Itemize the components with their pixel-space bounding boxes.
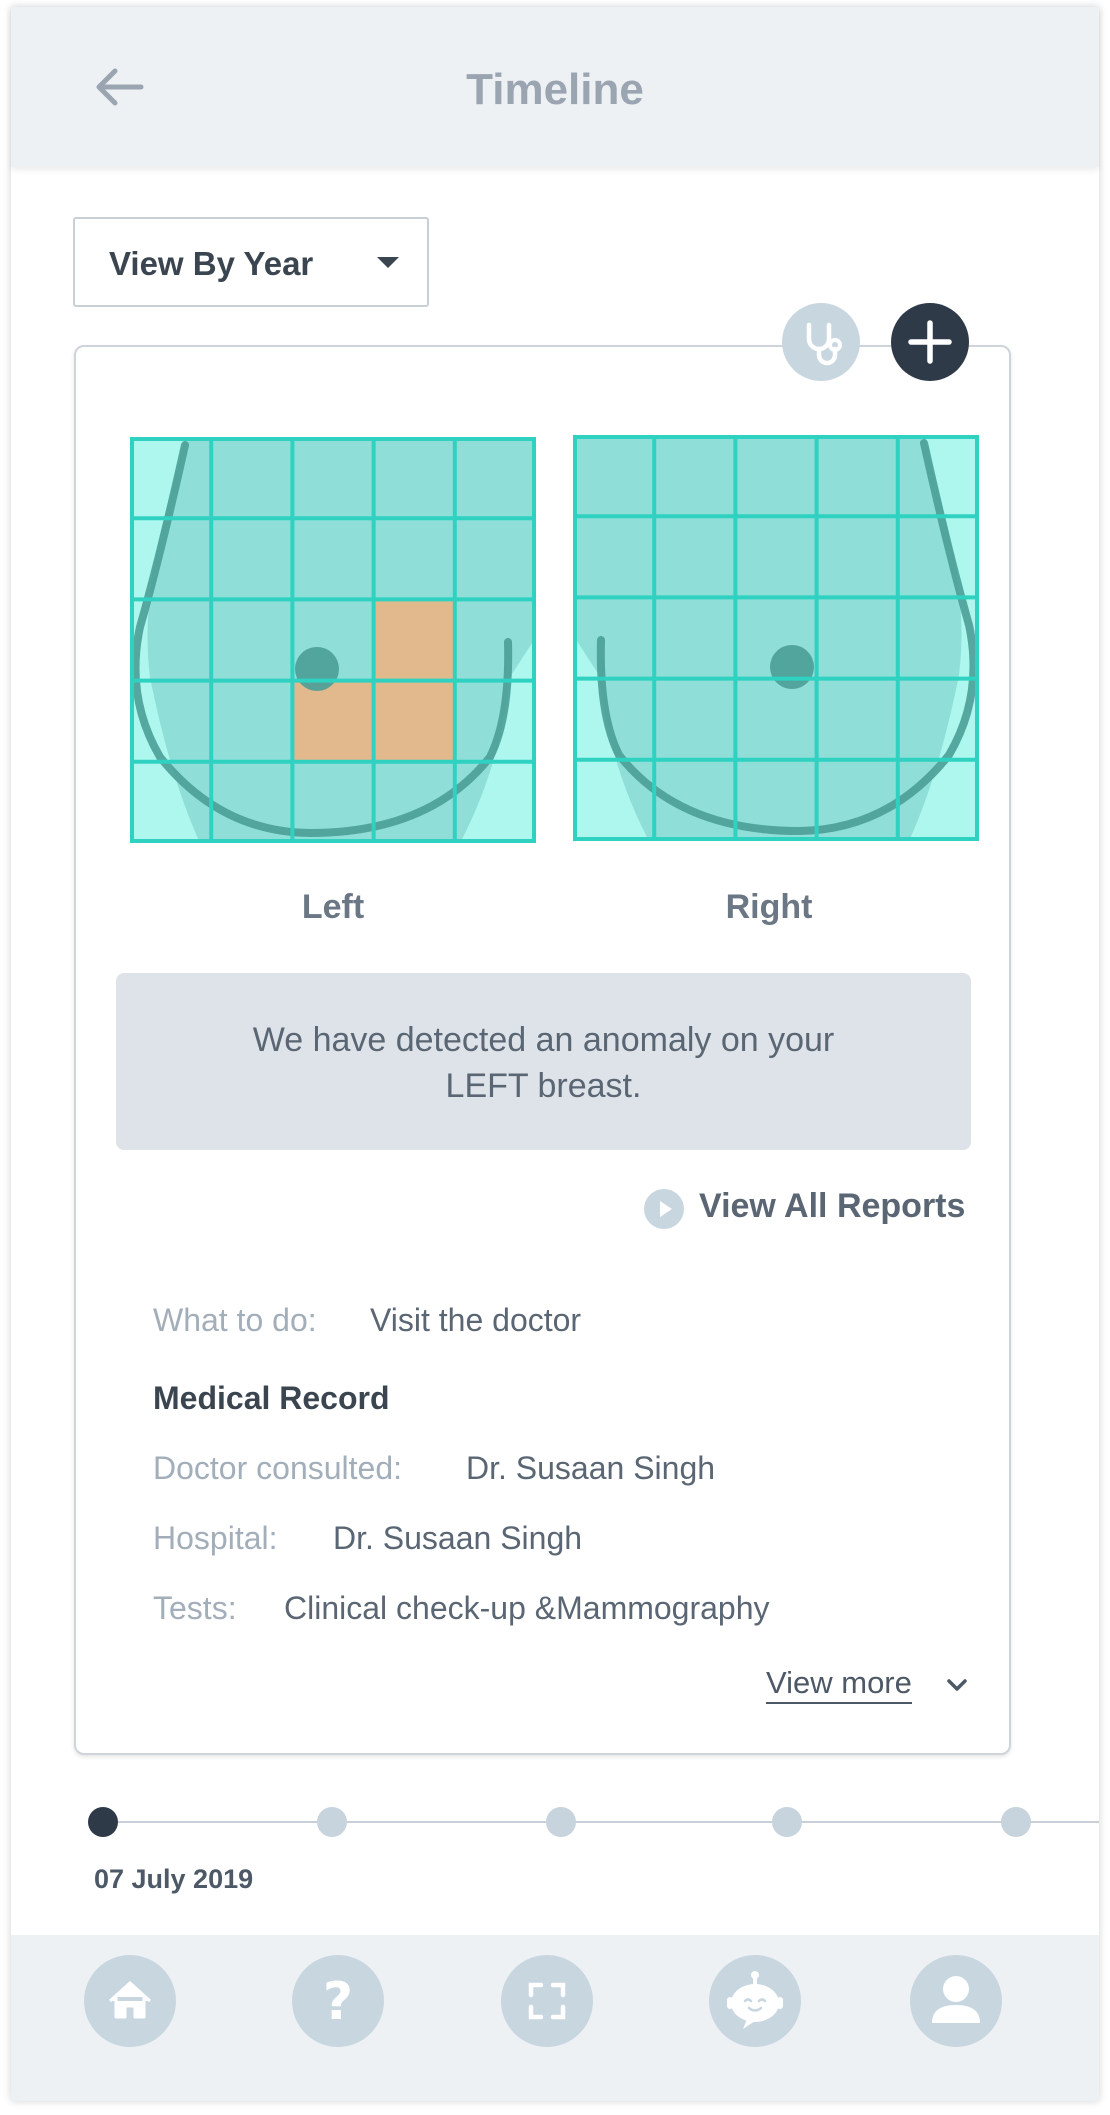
- left-breast-diagram: [130, 437, 536, 843]
- alert-message: We have detected an anomaly on your LEFT…: [252, 1021, 835, 1105]
- timeline-dot[interactable]: [546, 1807, 576, 1837]
- timeline-dot[interactable]: [772, 1807, 802, 1837]
- dropdown-value: View By Year: [109, 245, 314, 282]
- play-icon: [644, 1189, 684, 1229]
- chevron-down-icon: [947, 1679, 967, 1691]
- view-by-dropdown[interactable]: View By Year: [73, 217, 429, 307]
- top-bar: Timeline: [11, 7, 1099, 167]
- doctor-consulted-label: Doctor consulted:: [153, 1450, 403, 1486]
- what-to-do-label: What to do:: [153, 1302, 317, 1338]
- view-all-reports-label: View All Reports: [699, 1187, 966, 1225]
- nav-scan-button[interactable]: [501, 1955, 593, 2047]
- profile-icon: [932, 1976, 980, 2023]
- doctor-consulted-value: Dr. Susaan Singh: [466, 1450, 716, 1486]
- anomaly-alert: We have detected an anomaly on your LEFT…: [116, 973, 971, 1150]
- view-more-link[interactable]: View more: [766, 1665, 967, 1704]
- tests-value: Clinical check-up &Mammography: [284, 1590, 770, 1626]
- tests-label: Tests:: [153, 1590, 237, 1626]
- timeline-date: 07 July 2019: [94, 1864, 254, 1894]
- nav-profile-button[interactable]: [910, 1955, 1002, 2047]
- medical-record-title: Medical Record: [153, 1380, 390, 1416]
- nav-assistant-button[interactable]: [709, 1955, 801, 2047]
- caret-down-icon: [377, 257, 399, 268]
- timeline-dot[interactable]: [317, 1807, 347, 1837]
- view-more-label: View more: [766, 1665, 912, 1704]
- hospital-label: Hospital:: [153, 1520, 278, 1556]
- plus-icon: [908, 320, 952, 364]
- timeline-dot-active[interactable]: [88, 1807, 118, 1837]
- add-button[interactable]: [891, 303, 969, 381]
- right-label: Right: [725, 888, 813, 926]
- scan-icon: [528, 1982, 566, 2020]
- page-title: Timeline: [466, 65, 644, 114]
- bot-icon: [727, 1971, 783, 2029]
- nav-home-button[interactable]: [84, 1955, 176, 2047]
- svg-text:?: ?: [323, 1972, 353, 2032]
- stethoscope-icon: [806, 322, 842, 366]
- home-icon: [108, 1981, 152, 2019]
- right-breast-diagram: [573, 435, 979, 841]
- timeline-track: [88, 1821, 1099, 1823]
- timeline-dot[interactable]: [1001, 1807, 1031, 1837]
- help-icon: ?: [323, 1972, 353, 2032]
- doctor-button[interactable]: [782, 303, 860, 381]
- what-to-do-value: Visit the doctor: [370, 1302, 582, 1338]
- nav-help-button[interactable]: ?: [292, 1955, 384, 2047]
- left-label: Left: [301, 888, 365, 926]
- hospital-value: Dr. Susaan Singh: [333, 1520, 583, 1556]
